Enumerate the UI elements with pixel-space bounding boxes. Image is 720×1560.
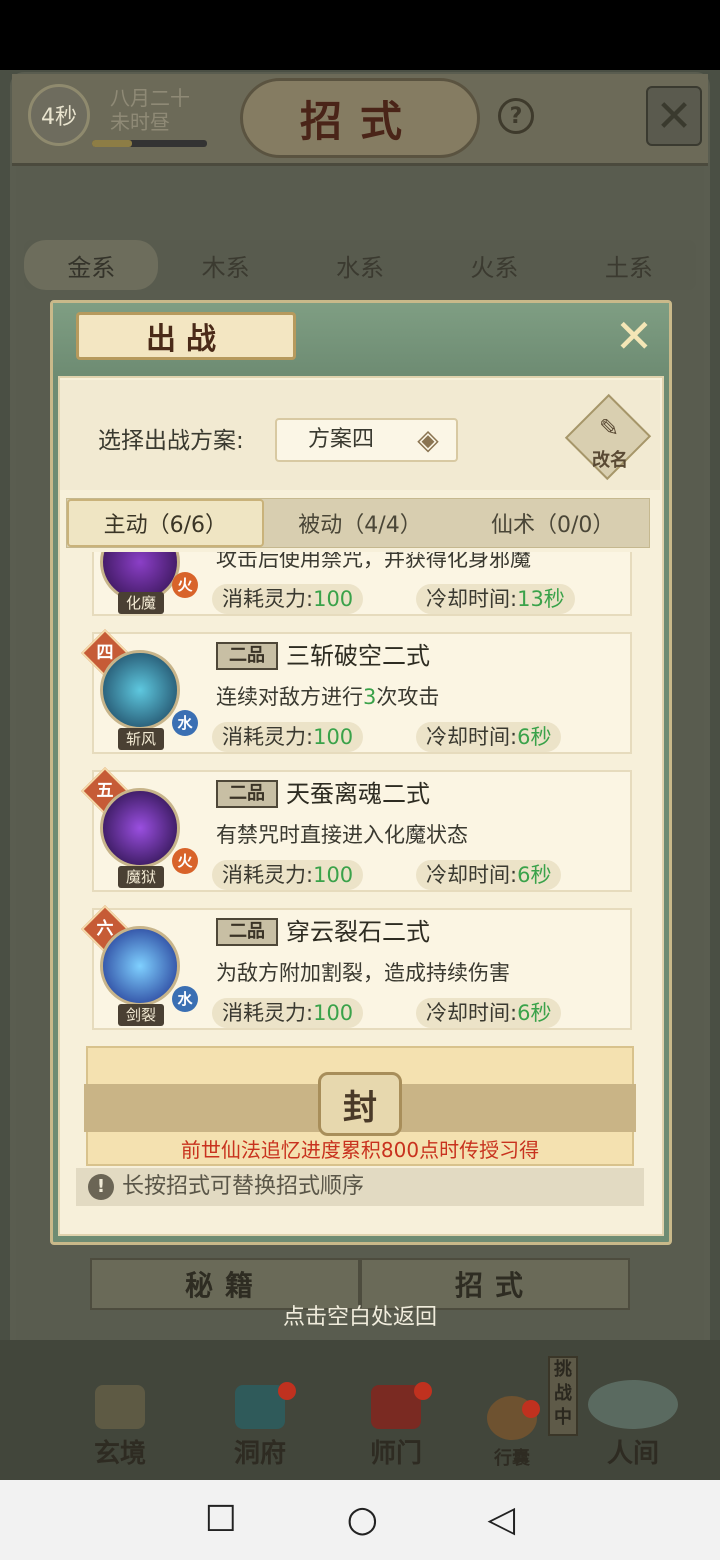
cooldown-pill: 冷却时间:13秒: [416, 584, 575, 614]
grade-tag: 二品: [216, 780, 278, 808]
info-icon: !: [88, 1174, 114, 1200]
cost-pill: 消耗灵力:100: [212, 722, 364, 752]
fire-element-badge: 火: [172, 848, 198, 874]
skill-icon-label: 斩风: [118, 728, 164, 750]
challenge-badge: 挑战中: [548, 1356, 578, 1436]
cooldown-pill: 冷却时间:6秒: [416, 722, 562, 752]
nav-label: 玄境: [93, 1439, 146, 1469]
tab-active-skills[interactable]: 主动（6/6）: [67, 499, 264, 547]
skill-icon: [100, 788, 180, 868]
tab-passive-skills[interactable]: 被动（4/4）: [264, 499, 457, 547]
nav-label: 师门: [369, 1439, 422, 1469]
nav-xuanjing[interactable]: 玄境: [70, 1380, 170, 1470]
tab-water[interactable]: 水系: [293, 240, 427, 290]
nav-label: 洞府: [233, 1439, 286, 1469]
element-tabs: 金系 木系 水系 火系 土系: [24, 240, 696, 290]
skill-name: 穿云裂石二式: [286, 918, 430, 946]
unlock-condition: 前世仙法追忆进度累积800点时传授习得: [180, 1138, 540, 1162]
skill-description: 有禁咒时直接进入化魔状态: [216, 823, 468, 847]
brush-icon: ✎: [598, 414, 620, 442]
cooldown-pill: 冷却时间:6秒: [416, 860, 562, 890]
skill-name: 三斩破空二式: [286, 642, 430, 670]
skill-icon-label: 剑裂: [118, 1004, 164, 1026]
nav-renjian[interactable]: 人间: [578, 1380, 688, 1470]
tab-wood[interactable]: 木系: [158, 240, 292, 290]
nav-label: 人间: [606, 1439, 659, 1469]
cost-pill: 消耗灵力:100: [212, 584, 364, 614]
tab-immortal-arts[interactable]: 仙术（0/0）: [456, 499, 649, 547]
tab-metal[interactable]: 金系: [24, 240, 159, 290]
close-icon[interactable]: ✕: [612, 309, 656, 363]
return-hint[interactable]: 点击空白处返回: [160, 1302, 560, 1334]
skill-type-tabs: 主动（6/6） 被动（4/4） 仙术（0/0）: [66, 498, 650, 548]
cost-pill: 消耗灵力:100: [212, 998, 364, 1028]
skill-description: 连续对敌方进行3次攻击: [216, 685, 440, 709]
skill-name: 天蚕离魂二式: [286, 780, 430, 808]
fire-element-badge: 火: [172, 572, 198, 598]
recents-icon[interactable]: ☐: [205, 1502, 237, 1538]
seal-icon: 封: [318, 1072, 402, 1136]
skill-description: 攻击后使用禁咒，并获得化身邪魔: [216, 552, 531, 571]
water-element-badge: 水: [172, 986, 198, 1012]
notification-dot: [278, 1382, 296, 1400]
status-area: [0, 0, 720, 70]
plan-label: 选择出战方案:: [98, 428, 244, 454]
notification-dot: [414, 1382, 432, 1400]
tab-fire[interactable]: 火系: [427, 240, 561, 290]
date-display: 八月二十 未时昼: [110, 86, 220, 134]
date-line-1: 八月二十: [110, 86, 190, 110]
cooldown-pill: 冷却时间:6秒: [416, 998, 562, 1028]
notification-dot: [522, 1400, 540, 1418]
skill-icon: [100, 926, 180, 1006]
plan-value: 方案四: [308, 427, 375, 452]
grade-tag: 二品: [216, 642, 278, 670]
modal-title: 出战: [76, 312, 296, 360]
cost-pill: 消耗灵力:100: [212, 860, 364, 890]
skill-description: 为敌方附加割裂，造成持续伤害: [216, 961, 510, 985]
chevron-down-icon[interactable]: ◈: [410, 424, 446, 456]
grade-tag: 二品: [216, 918, 278, 946]
skill-icon: [100, 650, 180, 730]
water-element-badge: 水: [172, 710, 198, 736]
nav-xingnang[interactable]: 行囊: [462, 1380, 562, 1470]
nav-label: 行囊: [494, 1448, 530, 1469]
skill-icon-label: 化魔: [118, 592, 164, 614]
home-icon[interactable]: ○: [347, 1502, 378, 1538]
close-page-icon[interactable]: ✕: [646, 86, 702, 146]
help-icon[interactable]: ?: [498, 98, 534, 134]
time-progress-fill: [92, 140, 132, 147]
hint-text: 长按招式可替换招式顺序: [122, 1174, 365, 1199]
back-icon[interactable]: ◁: [488, 1502, 516, 1538]
page-title: 招式: [240, 78, 480, 158]
system-nav-bar: ☐ ○ ◁: [0, 1480, 720, 1560]
scroll-icon: [95, 1385, 145, 1429]
rename-label: 改名: [592, 450, 628, 471]
timer-badge: 4秒: [28, 84, 90, 146]
mountain-icon: [588, 1380, 678, 1429]
date-line-2: 未时昼: [110, 110, 170, 134]
skill-icon-label: 魔狱: [118, 866, 164, 888]
tab-earth[interactable]: 土系: [562, 240, 696, 290]
